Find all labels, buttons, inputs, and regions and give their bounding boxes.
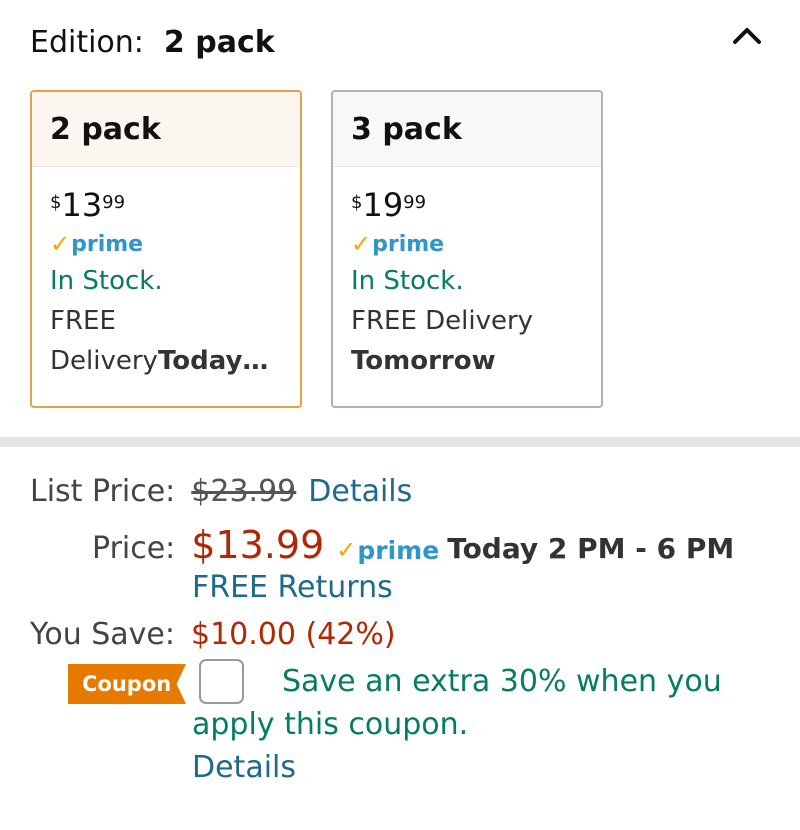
free-returns-row: FREE Returns [192, 570, 393, 605]
coupon-details-link[interactable]: Details [192, 750, 296, 785]
coupon-details-row: Details [192, 750, 296, 785]
delivery-window: Today 2 PM - 6 PM [447, 532, 735, 565]
section-divider [0, 437, 800, 447]
price-currency: $ [351, 192, 363, 213]
edition-value: 2 pack [163, 24, 275, 60]
list-price-value: $23.99 [191, 474, 297, 509]
price-whole: 19 [362, 186, 404, 224]
edition-label: Edition: [30, 24, 144, 60]
check-icon: ✓ [351, 230, 372, 258]
list-price-label: List Price: [30, 474, 176, 509]
delivery-date: Tomorrow [351, 346, 496, 376]
price-value: $13.99 [191, 523, 325, 567]
delivery-line-2: DeliveryToday… [50, 341, 282, 381]
prime-text: prime [372, 231, 445, 257]
delivery-line-1: FREE Delivery [351, 306, 534, 336]
option-price: $ 19 99 [351, 187, 583, 227]
delivery-date: Today… [157, 346, 269, 376]
coupon-checkbox[interactable] [199, 659, 244, 704]
stock-status: In Stock. [351, 266, 464, 296]
list-price-row: List Price: $23.99 Details [30, 474, 412, 509]
option-title: 3 pack [333, 92, 601, 167]
chevron-up-icon[interactable] [730, 22, 764, 48]
option-price: $ 13 99 [50, 187, 282, 227]
stock-status: In Stock. [50, 266, 163, 296]
edition-header: Edition: 2 pack [30, 22, 275, 62]
delivery-line-2: Tomorrow [351, 341, 583, 381]
delivery-line-1: FREE [50, 306, 116, 336]
prime-logo: ✓ prime [336, 533, 439, 567]
prime-logo: ✓ prime [351, 227, 583, 261]
you-save-label: You Save: [30, 617, 175, 652]
coupon-text-line-2: apply this coupon. [192, 707, 469, 742]
free-returns-link[interactable]: FREE Returns [192, 570, 393, 605]
prime-logo: ✓ prime [50, 227, 282, 261]
you-save-row: You Save: $10.00 (42%) [30, 617, 396, 652]
price-label: Price: [92, 531, 176, 566]
price-currency: $ [50, 192, 62, 213]
edition-option-2-pack[interactable]: 2 pack $ 13 99 ✓ prime In Stock. FREE De… [30, 90, 302, 408]
coupon-badge: Coupon [68, 664, 186, 704]
delivery-prefix: Delivery [50, 346, 158, 376]
edition-option-3-pack[interactable]: 3 pack $ 19 99 ✓ prime In Stock. FREE De… [331, 90, 603, 408]
check-icon: ✓ [50, 230, 71, 258]
price-fraction: 99 [102, 192, 126, 213]
you-save-value: $10.00 (42%) [191, 617, 396, 652]
check-icon: ✓ [336, 536, 357, 564]
coupon-text-line-1: Save an extra 30% when you [282, 664, 722, 699]
price-fraction: 99 [403, 192, 427, 213]
option-title: 2 pack [32, 92, 300, 167]
list-price-details-link[interactable]: Details [308, 474, 412, 509]
prime-text: prime [357, 535, 440, 565]
price-row: Price: $13.99 ✓ prime Today 2 PM - 6 PM [92, 523, 734, 567]
price-whole: 13 [61, 186, 103, 224]
prime-text: prime [71, 231, 144, 257]
